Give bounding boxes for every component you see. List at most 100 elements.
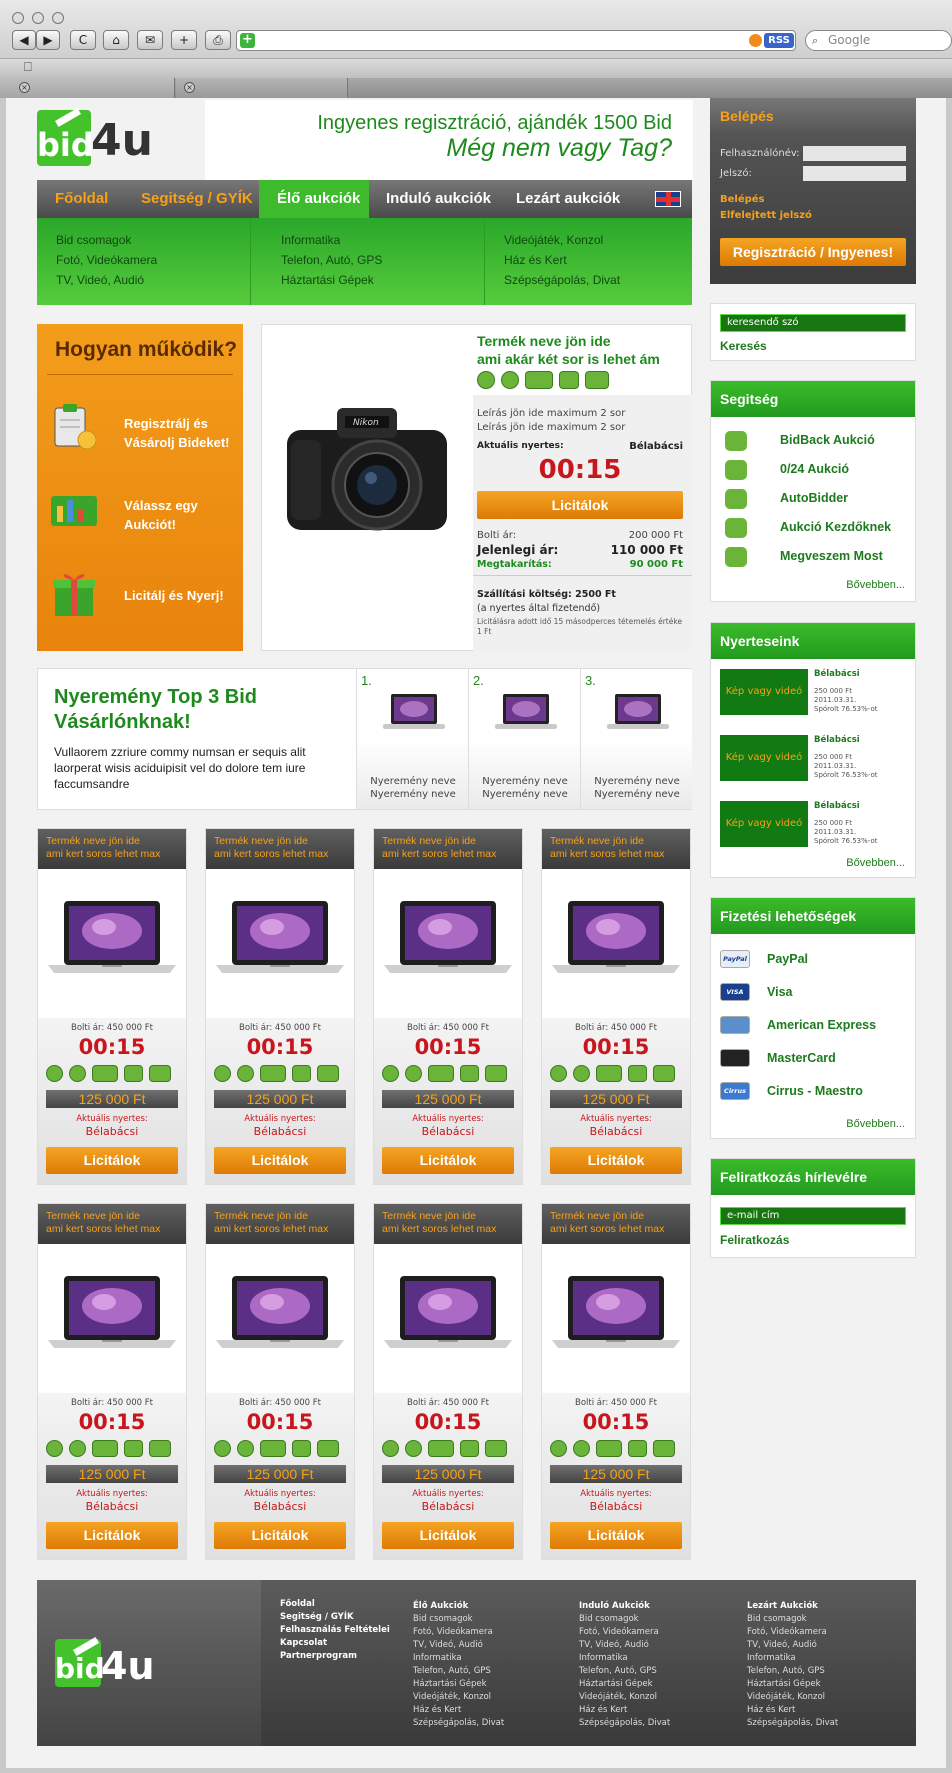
footer-link[interactable]: Kapcsolat [280, 1638, 327, 1648]
category-link[interactable]: Háztartási Gépek [281, 270, 382, 290]
plus-icon[interactable]: + [240, 33, 255, 48]
cart-icon[interactable] [148, 1065, 172, 1083]
footer-link[interactable]: Videójáték, Konzol [413, 1692, 491, 1702]
payment-more-link[interactable]: Bővebben... [846, 1118, 905, 1130]
footer-link[interactable]: Háztartási Gépek [579, 1679, 653, 1689]
footer-link[interactable]: Fotó, Videókamera [747, 1627, 827, 1637]
product-laptop-image[interactable] [216, 1274, 344, 1354]
clock-icon[interactable] [404, 1065, 422, 1083]
footer-link[interactable]: Ház és Kert [579, 1705, 627, 1715]
category-link[interactable]: Ház és Kert [504, 250, 620, 270]
footer-link[interactable]: Segitség / GYÍK [280, 1612, 354, 1622]
cart-icon[interactable] [652, 1065, 676, 1083]
wrench-icon[interactable] [459, 1440, 479, 1458]
wrench-icon[interactable] [123, 1440, 143, 1458]
wrench-icon[interactable] [291, 1065, 311, 1083]
login-link[interactable]: Belépés [720, 194, 765, 205]
footer-link[interactable]: Főoldal [280, 1599, 315, 1609]
category-link[interactable]: Szépségápolás, Divat [504, 270, 620, 290]
winner-media-placeholder[interactable]: Kép vagy videó [720, 801, 808, 847]
featured-product-name[interactable]: Termék neve jön ide ami akár két sor is … [477, 332, 687, 368]
payment-option[interactable]: MasterCard [711, 1049, 915, 1071]
footer-logo[interactable]: bid4u [55, 1639, 155, 1693]
product-laptop-image[interactable] [384, 899, 512, 979]
card-bid-button[interactable]: Licitálok [382, 1522, 514, 1549]
print-button[interactable]: ⎙ [205, 30, 231, 50]
close-tab-icon[interactable]: × [19, 82, 30, 93]
footer-link[interactable]: TV, Videó, Audió [413, 1640, 483, 1650]
winner-entry[interactable]: Kép vagy videó Bélabácsi 250 000 Ft 2011.03… [711, 735, 915, 785]
minimize-window-icon[interactable] [32, 12, 44, 24]
help-item[interactable]: 0/24 Aukció [725, 458, 905, 482]
card-product-name[interactable]: Termék neve jön ide ami kert soros lehet… [214, 835, 354, 861]
truck-icon[interactable] [259, 1065, 287, 1083]
help-item[interactable]: Megveszem Most [725, 545, 905, 569]
nav-fooldal[interactable]: Főoldal [55, 180, 108, 218]
subscribe-button[interactable]: Feliratkozás [720, 1233, 789, 1247]
card-bid-button[interactable]: Licitálok [46, 1522, 178, 1549]
card-bid-button[interactable]: Licitálok [214, 1522, 346, 1549]
zoom-window-icon[interactable] [52, 12, 64, 24]
footer-link[interactable]: Partnerprogram [280, 1651, 357, 1661]
top3-prize-2[interactable]: 2. Nyeremény neve Nyeremény neve [468, 669, 580, 809]
wrench-icon[interactable] [559, 371, 579, 389]
category-link[interactable]: TV, Videó, Audió [56, 270, 157, 290]
rss-button[interactable]: RSS [764, 33, 794, 48]
truck-icon[interactable] [259, 1440, 287, 1458]
wrench-icon[interactable] [291, 1440, 311, 1458]
forgot-password-link[interactable]: Elfelejtett jelszó [720, 210, 812, 221]
footer-link[interactable]: Videójáték, Konzol [579, 1692, 657, 1702]
help-item[interactable]: AutoBidder [725, 487, 905, 511]
clock-icon[interactable] [68, 1440, 86, 1458]
close-window-icon[interactable] [12, 12, 24, 24]
product-laptop-image[interactable] [552, 1274, 680, 1354]
search-button[interactable]: Keresés [720, 339, 767, 353]
clock-icon[interactable] [572, 1440, 590, 1458]
footer-link[interactable]: Informatika [413, 1653, 462, 1663]
clock-icon[interactable] [501, 371, 519, 389]
product-laptop-image[interactable] [48, 1274, 176, 1354]
truck-icon[interactable] [595, 1065, 623, 1083]
close-tab-icon[interactable]: × [184, 82, 195, 93]
clock-icon[interactable] [572, 1065, 590, 1083]
featured-bid-button[interactable]: Licitálok [477, 491, 683, 519]
category-link[interactable]: Telefon, Autó, GPS [281, 250, 382, 270]
clock-icon[interactable] [236, 1440, 254, 1458]
search-input[interactable]: Google [805, 30, 952, 51]
wrench-icon[interactable] [459, 1065, 479, 1083]
card-product-name[interactable]: Termék neve jön ide ami kert soros lehet… [382, 1210, 522, 1236]
nav-indulo-aukciok[interactable]: Induló aukciók [386, 180, 491, 218]
payment-option[interactable]: PayPal PayPal [711, 950, 915, 972]
add-bookmark-button[interactable]: + [171, 30, 197, 50]
cart-icon[interactable] [484, 1440, 508, 1458]
payment-option[interactable]: Cirrus Cirrus - Maestro [711, 1082, 915, 1104]
top3-prize-3[interactable]: 3. Nyeremény neve Nyeremény neve [580, 669, 692, 809]
footer-link[interactable]: Háztartási Gépek [413, 1679, 487, 1689]
top3-prize-1[interactable]: 1. Nyeremény neve Nyeremény neve [356, 669, 468, 809]
username-input[interactable] [803, 146, 906, 161]
cart-icon[interactable] [652, 1440, 676, 1458]
footer-link[interactable]: Szépségápolás, Divat [747, 1718, 838, 1728]
footer-link[interactable]: Informatika [747, 1653, 796, 1663]
winner-entry[interactable]: Kép vagy videó Bélabácsi 250 000 Ft 2011.03… [711, 669, 915, 719]
category-link[interactable]: Informatika [281, 230, 382, 250]
footer-link[interactable]: Bid csomagok [413, 1614, 473, 1624]
wrench-icon[interactable] [123, 1065, 143, 1083]
email-input[interactable]: e-mail cím [720, 1207, 906, 1225]
clock-icon[interactable] [68, 1065, 86, 1083]
site-logo[interactable]: bid4u [37, 110, 153, 172]
product-image-camera[interactable]: Nikon [277, 390, 457, 550]
category-link[interactable]: Bid csomagok [56, 230, 157, 250]
winner-entry[interactable]: Kép vagy videó Bélabácsi 250 000 Ft 2011.03… [711, 801, 915, 851]
keyword-input[interactable]: keresendő szó [720, 314, 906, 332]
refresh-icon[interactable] [749, 34, 762, 47]
footer-link[interactable]: Telefon, Autó, GPS [747, 1666, 825, 1676]
winner-media-placeholder[interactable]: Kép vagy videó [720, 669, 808, 715]
book-icon[interactable]: ⎕ [24, 60, 32, 75]
card-product-name[interactable]: Termék neve jön ide ami kert soros lehet… [550, 1210, 690, 1236]
clock-icon[interactable] [404, 1440, 422, 1458]
footer-link[interactable]: TV, Videó, Audió [747, 1640, 817, 1650]
header-cta[interactable]: Még nem vagy Tag? [222, 134, 672, 163]
uk-flag-icon[interactable] [655, 191, 681, 207]
card-bid-button[interactable]: Licitálok [550, 1522, 682, 1549]
